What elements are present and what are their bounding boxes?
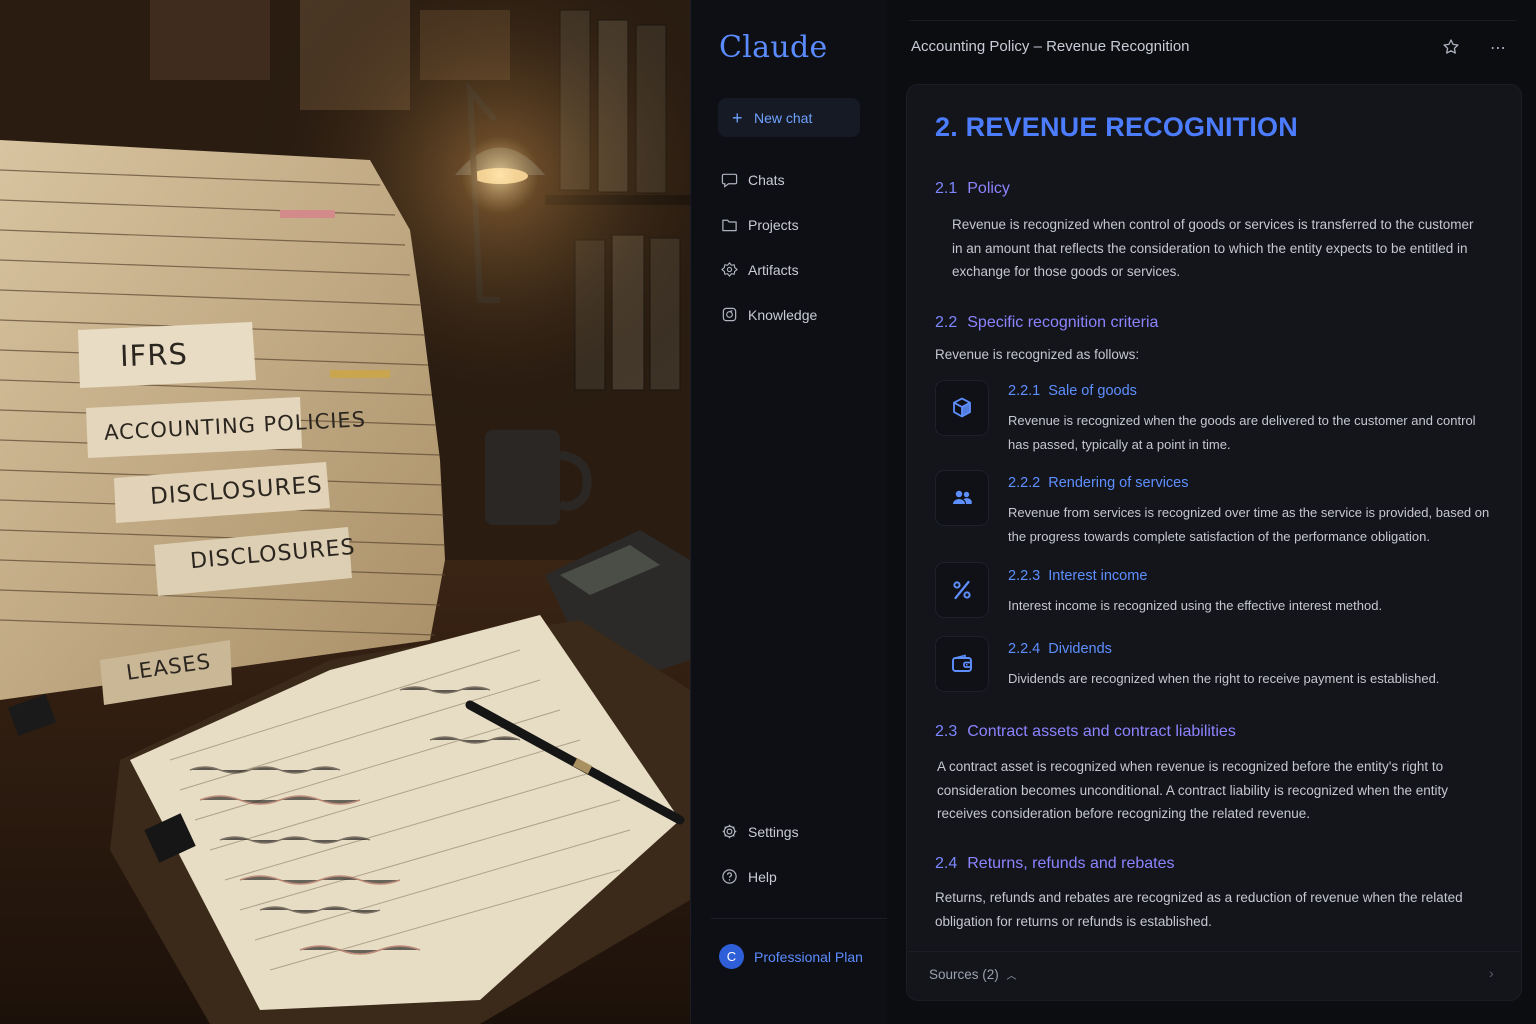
- criterion-heading-2-2-3: 2.2.3 Interest income: [1008, 568, 1147, 584]
- criterion-title: Interest income: [1048, 568, 1148, 584]
- section-heading-2-4: 2.4 Returns, refunds and rebates: [935, 855, 1174, 873]
- sidebar-item-knowledge[interactable]: Knowledge: [721, 306, 817, 323]
- sidebar-item-settings[interactable]: Settings: [721, 823, 799, 840]
- sidebar-item-label: Knowledge: [748, 306, 818, 323]
- sources-toggle[interactable]: Sources (2) ︿: [929, 967, 1017, 982]
- office-scene-illustration: [0, 0, 690, 1024]
- sidebar-item-label: Help: [748, 868, 777, 885]
- section-number: 2.4: [935, 855, 958, 872]
- section-body-2-4: Returns, refunds and rebates are recogni…: [935, 890, 1463, 929]
- gear-icon: [722, 824, 737, 839]
- star-icon[interactable]: [1442, 38, 1460, 56]
- criterion-body-2-2-2: Revenue from services is recognized over…: [1008, 505, 1490, 544]
- sidebar-item-projects[interactable]: Projects: [721, 216, 799, 233]
- tab-label-ifrs: IFRS: [119, 336, 189, 374]
- criterion-title: Sale of goods: [1048, 383, 1137, 399]
- percent-icon: [953, 580, 971, 600]
- criterion-number: 2.2.3: [1008, 568, 1041, 584]
- criterion-title: Rendering of services: [1048, 475, 1189, 491]
- section-intro-2-2: Revenue is recognized as follows:: [935, 347, 1140, 362]
- new-chat-label: New chat: [754, 109, 813, 126]
- criterion-icon-wallet: [935, 636, 989, 692]
- box-icon: [953, 397, 971, 418]
- sidebar: Claude + New chat Chats Projects Artifac…: [690, 0, 888, 1024]
- artifacts-icon: [721, 262, 738, 277]
- section-body-2-1: Revenue is recognized when control of go…: [952, 217, 1474, 279]
- header-divider: [909, 20, 1516, 21]
- sidebar-divider: [711, 918, 887, 919]
- section-heading-2-1: 2.1 Policy: [935, 180, 1010, 198]
- criterion-body-2-2-3: Interest income is recognized using the …: [1008, 598, 1383, 613]
- section-title: Policy: [967, 180, 1010, 197]
- users-icon: [953, 490, 972, 504]
- criterion-body-2-2-4: Dividends are recognized when the right …: [1008, 671, 1440, 686]
- avatar: C: [719, 944, 744, 969]
- criterion-number: 2.2.4: [1008, 641, 1041, 657]
- sidebar-item-label: Chats: [748, 171, 785, 188]
- chevron-up-icon: ︿: [1006, 971, 1017, 982]
- section-number: 2.3: [935, 723, 958, 740]
- wallet-icon: [952, 654, 972, 672]
- brand-logo[interactable]: Claude: [719, 30, 828, 65]
- main-panel: Accounting Policy – Revenue Recognition …: [887, 0, 1536, 1024]
- criterion-icon-users: [935, 470, 989, 526]
- knowledge-icon: [722, 307, 737, 322]
- section-body-2-3: A contract asset is recognized when reve…: [937, 759, 1449, 821]
- plus-icon: +: [732, 107, 743, 128]
- chevron-right-icon[interactable]: ›: [1489, 965, 1494, 981]
- criterion-heading-2-2-1: 2.2.1 Sale of goods: [1008, 383, 1137, 399]
- sidebar-item-label: Settings: [748, 823, 799, 840]
- section-title: Contract assets and contract liabilities: [967, 723, 1236, 740]
- criterion-icon-percent: [935, 562, 989, 618]
- section-heading-2-2: 2.2 Specific recognition criteria: [935, 314, 1158, 332]
- criterion-heading-2-2-4: 2.2.4 Dividends: [1008, 641, 1112, 657]
- section-title: Returns, refunds and rebates: [967, 855, 1175, 872]
- section-heading-2-3: 2.3 Contract assets and contract liabilit…: [935, 723, 1236, 741]
- new-chat-button[interactable]: + New chat: [718, 98, 860, 137]
- sidebar-item-label: Artifacts: [748, 261, 799, 278]
- sidebar-item-chats[interactable]: Chats: [721, 171, 785, 188]
- help-icon: [722, 869, 737, 884]
- plan-badge[interactable]: C Professional Plan: [719, 944, 863, 969]
- criterion-number: 2.2.2: [1008, 475, 1041, 491]
- sources-label: Sources (2): [929, 967, 999, 982]
- document-card: 2. REVENUE RECOGNITION 2.1 Policy Revenue…: [906, 84, 1522, 1001]
- sidebar-item-help[interactable]: Help: [721, 868, 777, 885]
- folder-icon: [722, 219, 737, 232]
- criterion-number: 2.2.1: [1008, 383, 1041, 399]
- criterion-heading-2-2-2: 2.2.2 Rendering of services: [1008, 475, 1189, 491]
- more-icon[interactable]: ⋯: [1490, 38, 1507, 58]
- chat-icon: [721, 173, 738, 188]
- sidebar-item-label: Projects: [748, 216, 799, 233]
- plan-label: Professional Plan: [754, 948, 863, 965]
- section-number: 2.2: [935, 314, 958, 331]
- office-photo: IFRS ACCOUNTING POLICIES DISCLOSURES DIS…: [0, 0, 690, 1024]
- document-heading: 2. REVENUE RECOGNITION: [935, 112, 1298, 142]
- card-divider: [907, 951, 1521, 952]
- criterion-body-2-2-1: Revenue is recognized when the goods are…: [1008, 413, 1476, 452]
- section-title: Specific recognition criteria: [967, 314, 1159, 331]
- criterion-icon-box: [935, 380, 989, 436]
- section-number: 2.1: [935, 180, 958, 197]
- page-title: Accounting Policy – Revenue Recognition: [911, 38, 1190, 55]
- sidebar-item-artifacts[interactable]: Artifacts: [721, 261, 799, 278]
- criterion-title: Dividends: [1048, 641, 1112, 657]
